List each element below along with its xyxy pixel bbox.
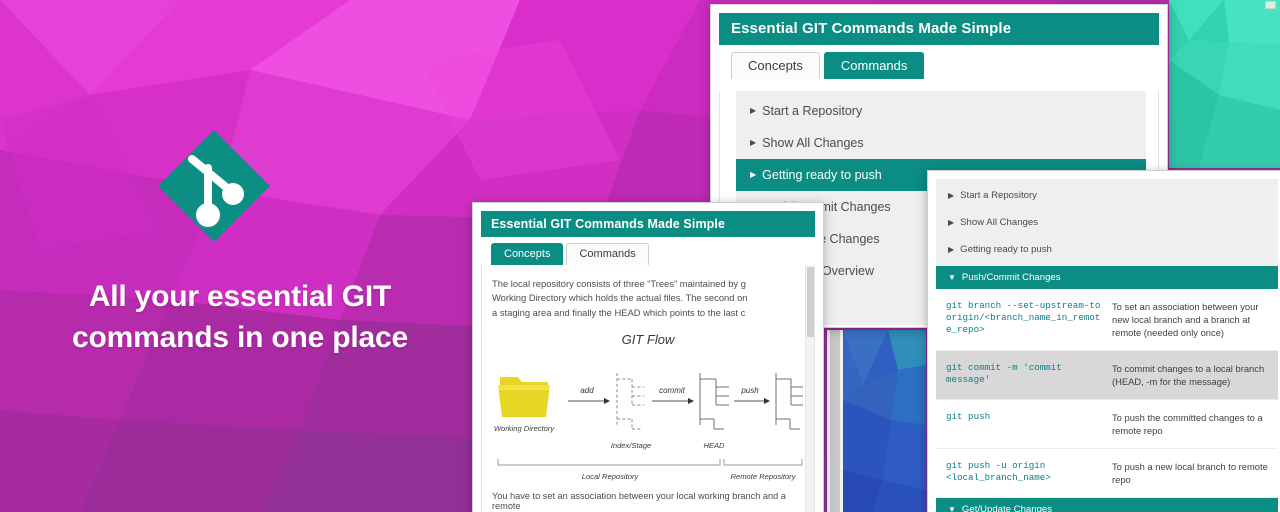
description-cell: To push a new local branch to remote rep… (1112, 461, 1268, 485)
blue-poly-accent (843, 330, 926, 512)
get-update-changes-group: ▼ Get/Update Changes git fetch To get th… (936, 498, 1278, 512)
concepts-intro-line-3: a staging area and finally the HEAD whic… (492, 306, 746, 318)
caret-right-icon: ▶ (948, 190, 955, 200)
svg-text:Local Repository: Local Repository (582, 472, 640, 481)
accordion-item-show-all-changes[interactable]: ▶ Show All Changes (736, 127, 1146, 159)
panel2-body: The local repository consists of three “… (481, 265, 815, 512)
accordion-label: Start a Repository (762, 104, 863, 118)
accordion-item-start-a-repository[interactable]: ▶ Start a Repository (936, 182, 1278, 209)
table-row: git push To push the committed changes t… (936, 400, 1278, 449)
yellow-folder-icon (498, 377, 550, 418)
concepts-intro-line-2: Working Directory which holds the actual… (492, 292, 748, 304)
panel1-tabs: Concepts Commands (719, 45, 1159, 79)
tab-commands[interactable]: Commands (566, 243, 649, 265)
panel2-scrollbar[interactable] (805, 265, 814, 512)
panel2-scrollbar-thumb[interactable] (807, 267, 814, 337)
caret-down-icon: ▼ (948, 272, 956, 282)
tab-commands[interactable]: Commands (823, 52, 925, 79)
git-flow-diagram: Working Directory add Index/Stage commit… (494, 373, 803, 481)
svg-text:push: push (740, 386, 759, 395)
hero-headline-line-1: All your essential GIT (88, 280, 392, 313)
svg-text:add: add (580, 386, 594, 395)
green-poly-accent (1169, 0, 1280, 168)
table-row: git commit -m 'commit message' To commit… (936, 351, 1278, 400)
group-header-push-commit-changes[interactable]: ▼ Push/Commit Changes (936, 266, 1278, 289)
svg-text:Index/Stage: Index/Stage (611, 441, 652, 450)
svg-text:Remote Repository: Remote Repository (731, 472, 797, 481)
accordion-item-getting-ready-to-push[interactable]: ▶ Getting ready to push (936, 236, 1278, 263)
git-logo-icon (158, 130, 270, 242)
screenshot-root: All your essential GIT commands in one p… (0, 0, 1280, 512)
page-scrollbar[interactable] (1265, 1, 1276, 9)
window-concepts-panel: Essential GIT Commands Made Simple Conce… (472, 202, 824, 512)
tab-concepts[interactable]: Concepts (491, 243, 564, 265)
svg-text:Working Directory: Working Directory (494, 424, 556, 433)
command-cell: git push (946, 411, 991, 422)
panel1-title: Essential GIT Commands Made Simple (719, 13, 1159, 45)
accordion-label: Getting ready to push (762, 168, 882, 182)
group-header-label: Get/Update Changes (961, 504, 1053, 512)
description-cell: To set an association between your new l… (1112, 301, 1259, 338)
group-header-get-update-changes[interactable]: ▼ Get/Update Changes (936, 498, 1278, 512)
tab-concepts[interactable]: Concepts (731, 52, 820, 79)
accordion-label: Getting ready to push (960, 244, 1052, 255)
panel2-title: Essential GIT Commands Made Simple (481, 211, 815, 237)
accordion-label: Start a Repository (960, 190, 1037, 201)
caret-down-icon: ▼ (948, 504, 956, 512)
caret-right-icon: ▶ (948, 244, 955, 254)
concepts-intro-text: The local repository consists of three “… (492, 277, 804, 320)
table-row: git push -u origin <local_branch_name> T… (936, 449, 1278, 498)
group-header-label: Push/Commit Changes (961, 272, 1061, 283)
panel3-body: ▶ Start a Repository ▶ Show All Changes … (928, 171, 1280, 512)
caret-right-icon: ▶ (750, 138, 757, 147)
panel2-tabs: Concepts Commands (481, 237, 815, 265)
hero-headline-line-2: commands in one place (72, 321, 408, 354)
push-commit-changes-group: ▼ Push/Commit Changes git branch --set-u… (936, 266, 1278, 498)
caret-right-icon: ▶ (750, 170, 757, 179)
concepts-outro-text: You have to set an association between y… (492, 491, 786, 512)
window-commands-table-panel: ▶ Start a Repository ▶ Show All Changes … (927, 170, 1280, 512)
table-row: git branch --set-upstream-to origin/<bra… (936, 289, 1278, 351)
accordion-item-show-all-changes[interactable]: ▶ Show All Changes (936, 209, 1278, 236)
accordion-label: Show All Changes (960, 217, 1039, 228)
command-cell: git branch --set-upstream-to origin/<bra… (946, 300, 1101, 335)
middle-scrollbar[interactable] (827, 330, 843, 512)
caret-right-icon: ▶ (750, 106, 757, 115)
command-cell: git commit -m 'commit message' (946, 362, 1062, 385)
middle-scrollbar-thumb[interactable] (830, 330, 840, 512)
description-cell: To commit changes to a local branch (HEA… (1112, 363, 1265, 387)
command-cell: git push -u origin <local_branch_name> (946, 460, 1051, 483)
svg-text:HEAD: HEAD (703, 441, 725, 450)
accordion-label: Show All Changes (762, 136, 864, 150)
accordion-item-start-a-repository[interactable]: ▶ Start a Repository (736, 95, 1146, 127)
panel3-accordion: ▶ Start a Repository ▶ Show All Changes … (936, 179, 1278, 266)
svg-text:commit: commit (659, 386, 686, 395)
git-flow-diagram-title: GIT Flow (621, 332, 675, 348)
description-cell: To push the committed changes to a remot… (1112, 412, 1263, 436)
concepts-intro-line-1: The local repository consists of three “… (492, 278, 746, 289)
caret-right-icon: ▶ (948, 217, 955, 227)
hero-headline: All your essential GIT commands in one p… (0, 276, 480, 358)
